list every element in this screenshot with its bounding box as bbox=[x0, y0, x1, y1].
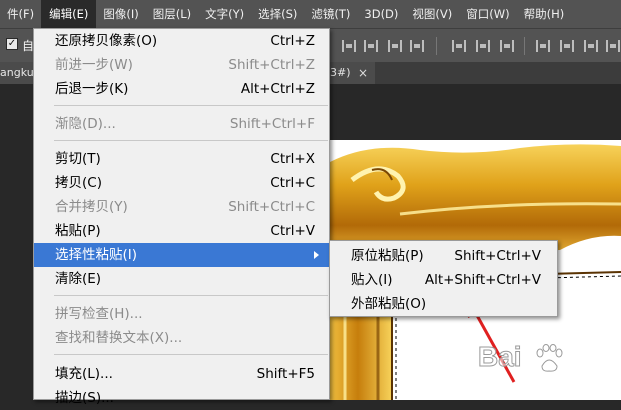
menu-item-find-replace-text[interactable]: 查找和替换文本(X)... bbox=[34, 326, 329, 350]
menu-item-paste[interactable]: 粘贴(P) Ctrl+V bbox=[34, 219, 329, 243]
menu-divider bbox=[54, 140, 328, 141]
menu-item-label: 前进一步(W) bbox=[55, 57, 133, 73]
menu-divider bbox=[54, 354, 328, 355]
distribute-top-icon[interactable] bbox=[452, 40, 466, 52]
distribute-right-icon[interactable] bbox=[584, 40, 598, 52]
menu-item-label: 描边(S)... bbox=[55, 390, 114, 406]
menu-item-label: 填充(L)... bbox=[55, 366, 113, 382]
svg-text:Bai: Bai bbox=[478, 341, 522, 372]
submenu-item-label: 外部粘贴(O) bbox=[351, 296, 427, 312]
submenu-item-label: 原位粘贴(P) bbox=[351, 248, 424, 264]
menu-item-label: 拷贝(C) bbox=[55, 175, 102, 191]
svg-text:经验: 经验 bbox=[564, 352, 588, 367]
menu-item-label: 拼写检查(H)... bbox=[55, 306, 143, 322]
menu-divider bbox=[54, 105, 328, 106]
menu-item-shortcut: Alt+Ctrl+Z bbox=[240, 81, 315, 97]
submenu-item-paste-into[interactable]: 贴入(I) Alt+Shift+Ctrl+V bbox=[330, 268, 557, 292]
menu-window[interactable]: 窗口(W) bbox=[459, 0, 516, 28]
menu-item-label: 合并拷贝(Y) bbox=[55, 199, 128, 215]
menu-help[interactable]: 帮助(H) bbox=[517, 0, 572, 28]
baidu-watermark: Bai 经验 bbox=[478, 340, 589, 379]
align-vertical-centers-icon[interactable] bbox=[388, 40, 402, 52]
submenu-item-shortcut: Shift+Ctrl+V bbox=[454, 248, 541, 264]
menu-item-label: 清除(E) bbox=[55, 271, 102, 287]
distribute-hcenter-icon[interactable] bbox=[560, 40, 574, 52]
menu-item-shortcut: Ctrl+Z bbox=[270, 33, 315, 49]
submenu-arrow-icon bbox=[314, 251, 319, 259]
menu-image[interactable]: 图像(I) bbox=[96, 0, 145, 28]
menu-type[interactable]: 文字(Y) bbox=[198, 0, 251, 28]
menu-item-check-spelling[interactable]: 拼写检查(H)... bbox=[34, 302, 329, 326]
menu-item-copy[interactable]: 拷贝(C) Ctrl+C bbox=[34, 171, 329, 195]
menu-file[interactable]: 件(F) bbox=[0, 0, 41, 28]
menu-item-label: 渐隐(D)... bbox=[55, 116, 116, 132]
menu-item-label: 后退一步(K) bbox=[55, 81, 129, 97]
menu-item-shortcut: Ctrl+V bbox=[270, 223, 315, 239]
menu-filter[interactable]: 滤镜(T) bbox=[304, 0, 357, 28]
menu-item-label: 粘贴(P) bbox=[55, 223, 101, 239]
submenu-item-paste-in-place[interactable]: 原位粘贴(P) Shift+Ctrl+V bbox=[330, 244, 557, 268]
menu-item-cut[interactable]: 剪切(T) Ctrl+X bbox=[34, 147, 329, 171]
menu-item-shortcut: Ctrl+C bbox=[270, 175, 315, 191]
menu-view[interactable]: 视图(V) bbox=[405, 0, 459, 28]
distribute-vcenter-icon[interactable] bbox=[476, 40, 490, 52]
menu-item-shortcut: Shift+Ctrl+F bbox=[229, 116, 315, 132]
menu-item-label: 查找和替换文本(X)... bbox=[55, 330, 183, 346]
menu-item-undo-copy-pixels[interactable]: 还原拷贝像素(O) Ctrl+Z bbox=[34, 29, 329, 53]
menu-bar: 件(F) 编辑(E) 图像(I) 图层(L) 文字(Y) 选择(S) 滤镜(T)… bbox=[0, 0, 621, 28]
toolbar-separator bbox=[436, 37, 437, 55]
align-bottom-edges-icon[interactable] bbox=[410, 40, 424, 52]
menu-layer[interactable]: 图层(L) bbox=[146, 0, 198, 28]
menu-item-fill[interactable]: 填充(L)... Shift+F5 bbox=[34, 362, 329, 386]
menu-item-fade[interactable]: 渐隐(D)... Shift+Ctrl+F bbox=[34, 112, 329, 136]
distribute-left-icon[interactable] bbox=[536, 40, 550, 52]
menu-select[interactable]: 选择(S) bbox=[251, 0, 304, 28]
edit-menu-dropdown: 还原拷贝像素(O) Ctrl+Z 前进一步(W) Shift+Ctrl+Z 后退… bbox=[33, 28, 330, 406]
toolbar-separator bbox=[524, 37, 525, 55]
menu-item-shortcut: Ctrl+X bbox=[270, 151, 315, 167]
menu-edit[interactable]: 编辑(E) bbox=[41, 0, 97, 28]
submenu-item-shortcut: Alt+Shift+Ctrl+V bbox=[424, 272, 541, 288]
menu-item-shortcut: Shift+F5 bbox=[256, 366, 315, 382]
submenu-item-paste-outside[interactable]: 外部粘贴(O) bbox=[330, 292, 557, 316]
document-tab-title-suffix: 3#) bbox=[330, 66, 351, 79]
align-top-edges-icon[interactable] bbox=[364, 40, 378, 52]
menu-item-shortcut: Shift+Ctrl+C bbox=[228, 199, 315, 215]
menu-item-label: 还原拷贝像素(O) bbox=[55, 33, 158, 49]
distribute-bottom-icon[interactable] bbox=[500, 40, 514, 52]
menu-item-step-backward[interactable]: 后退一步(K) Alt+Ctrl+Z bbox=[34, 77, 329, 101]
auto-select-checkbox[interactable]: ✓ bbox=[6, 38, 18, 50]
menu-3d[interactable]: 3D(D) bbox=[357, 0, 405, 28]
close-tab-icon[interactable]: × bbox=[358, 62, 368, 84]
menu-item-paste-special[interactable]: 选择性粘贴(I) bbox=[34, 243, 329, 267]
baidu-paw-logo-icon: Bai 经验 bbox=[478, 341, 589, 373]
menu-divider bbox=[54, 295, 328, 296]
menu-item-label: 剪切(T) bbox=[55, 151, 101, 167]
auto-align-icon[interactable] bbox=[606, 40, 620, 52]
menu-item-copy-merged[interactable]: 合并拷贝(Y) Shift+Ctrl+C bbox=[34, 195, 329, 219]
menu-item-shortcut: Shift+Ctrl+Z bbox=[228, 57, 315, 73]
menu-item-label: 选择性粘贴(I) bbox=[55, 247, 138, 263]
menu-item-step-forward[interactable]: 前进一步(W) Shift+Ctrl+Z bbox=[34, 53, 329, 77]
submenu-item-label: 贴入(I) bbox=[351, 272, 393, 288]
paste-special-submenu: 原位粘贴(P) Shift+Ctrl+V 贴入(I) Alt+Shift+Ctr… bbox=[329, 240, 558, 317]
menu-item-stroke[interactable]: 描边(S)... bbox=[34, 386, 329, 410]
menu-item-clear[interactable]: 清除(E) bbox=[34, 267, 329, 291]
align-left-edges-icon[interactable] bbox=[342, 40, 356, 52]
